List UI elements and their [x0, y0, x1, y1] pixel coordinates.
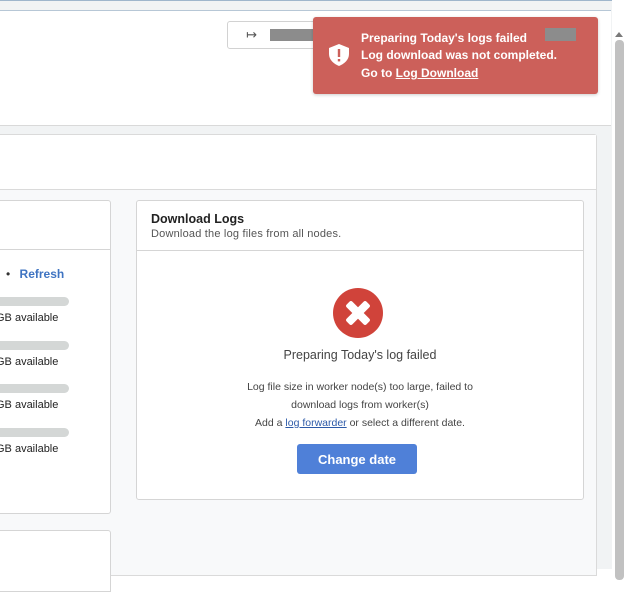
storage-bar — [0, 297, 69, 306]
storage-card-header — [0, 201, 110, 250]
log-forwarder-link[interactable]: log forwarder — [285, 417, 346, 429]
download-logs-subtitle: Download the log files from all nodes. — [151, 228, 342, 240]
bullet: • — [6, 267, 11, 281]
storage-available-text: GB available — [0, 356, 59, 368]
scroll-thumb[interactable] — [615, 40, 624, 580]
storage-available-text: GB available — [0, 312, 59, 324]
download-logs-header: Download Logs Download the log files fro… — [137, 201, 583, 251]
refresh-link[interactable]: Refresh — [20, 267, 65, 281]
detail-line-2: download logs from worker(s) — [291, 399, 429, 411]
toast-goto: Go to Log Download — [361, 66, 478, 80]
toast-goto-prefix: Go to — [361, 66, 396, 80]
shield-alert-icon — [329, 44, 349, 66]
download-logs-title: Download Logs — [151, 212, 245, 226]
vertical-scrollbar[interactable] — [612, 28, 627, 580]
failed-message: Preparing Today's log failed — [283, 348, 437, 362]
secondary-card — [0, 530, 111, 592]
change-date-button[interactable]: Change date — [297, 444, 417, 474]
refresh-row: • Refresh — [6, 267, 64, 281]
detail-line-1: Log file size in worker node(s) too larg… — [247, 381, 473, 393]
detail-line-3-prefix: Add a — [255, 417, 286, 429]
toast-message: Log download was not completed. — [361, 48, 558, 62]
download-logs-card: Download Logs Download the log files fro… — [136, 200, 584, 500]
error-x-icon — [333, 288, 383, 338]
panel-header — [0, 135, 596, 190]
toast-title: Preparing Today's logs failed — [361, 31, 528, 45]
storage-bar — [0, 428, 69, 437]
error-toast[interactable]: Preparing Today's logs failed Log downlo… — [313, 17, 598, 94]
storage-available-text: GB available — [0, 443, 59, 455]
redacted-text — [545, 28, 576, 41]
storage-available-text: GB available — [0, 399, 59, 411]
scroll-up-arrow-icon[interactable] — [615, 32, 623, 37]
sign-out-icon: ↦ — [246, 27, 257, 42]
storage-bar — [0, 384, 69, 393]
window-edge — [630, 0, 638, 568]
storage-card: • Refresh GB available GB available GB a… — [0, 200, 111, 514]
detail-line-3-suffix: or select a different date. — [346, 417, 465, 429]
detail-line-3: Add a log forwarder or select a differen… — [137, 417, 583, 429]
log-download-link[interactable]: Log Download — [396, 66, 479, 80]
storage-bar — [0, 341, 69, 350]
